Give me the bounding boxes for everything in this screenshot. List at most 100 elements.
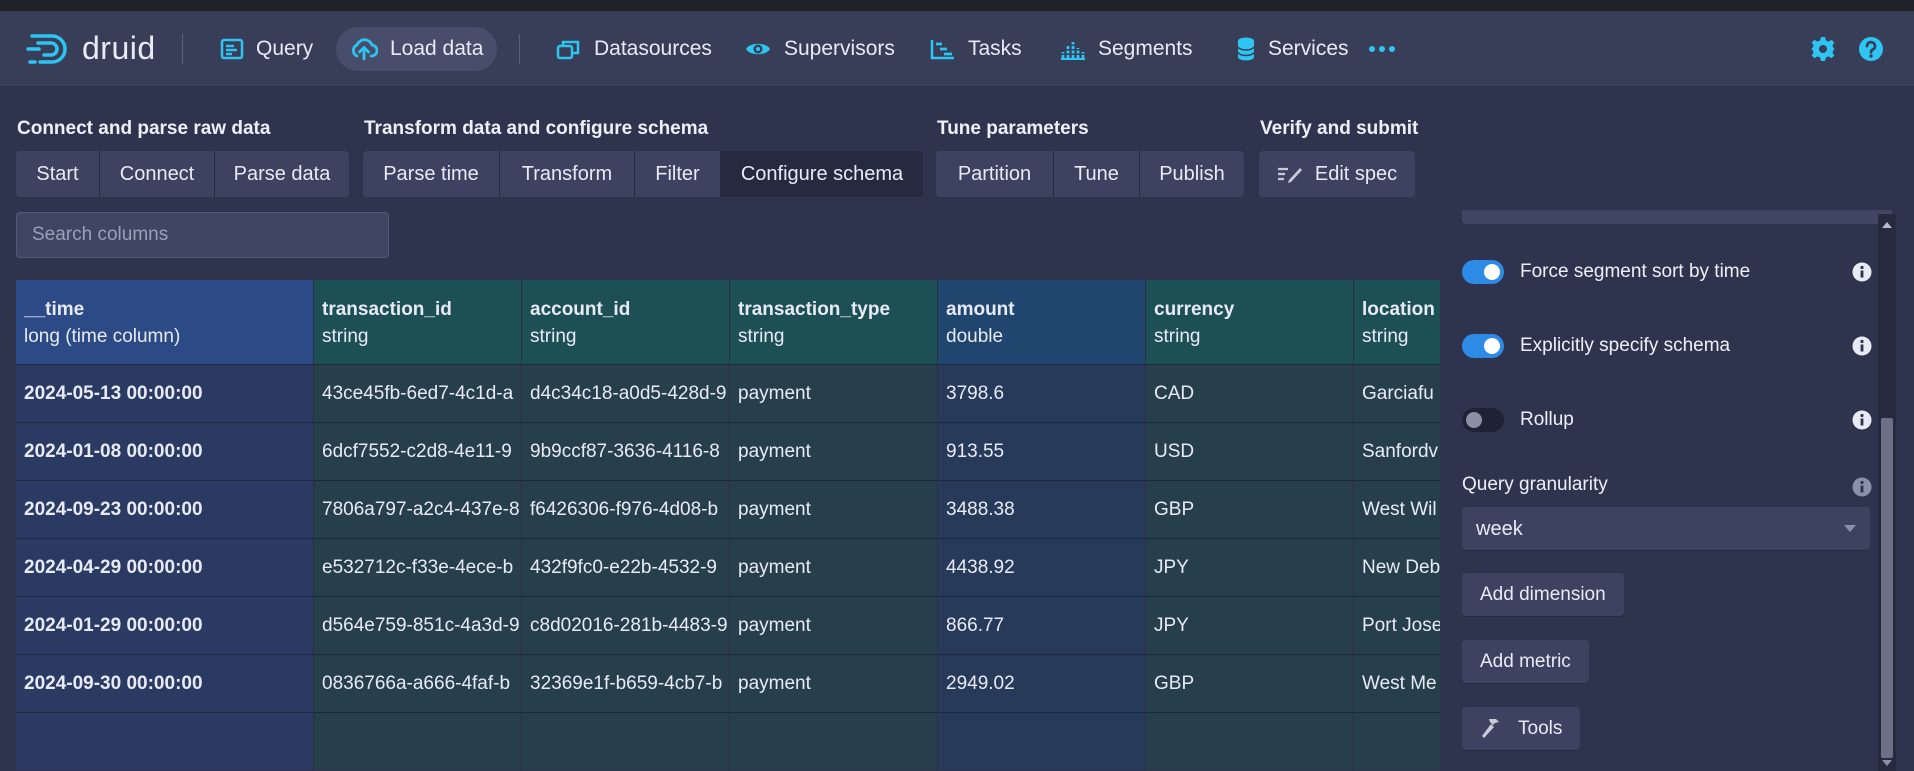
table-cell: CAD (1146, 364, 1353, 422)
table-cell: payment (730, 654, 937, 712)
table-cell: payment (730, 364, 937, 422)
nav-divider (519, 34, 520, 64)
column-transaction-id[interactable]: transaction_id string 43ce45fb-6ed7-4c1d… (314, 280, 522, 771)
table-cell: 2024-09-30 00:00:00 (16, 654, 313, 712)
table-cell: 0836766a-a666-4faf-b (314, 654, 521, 712)
transform-step-group: Parse time Transform Filter Configure sc… (363, 151, 923, 197)
nav-services[interactable]: Services (1222, 27, 1363, 71)
force-sort-switch[interactable] (1462, 260, 1504, 284)
column-type: double (946, 326, 1004, 347)
column-header[interactable]: amount double (938, 280, 1145, 364)
nav-load-data[interactable]: Load data (336, 27, 498, 71)
step-partition[interactable]: Partition (936, 151, 1054, 197)
nav-tasks[interactable]: Tasks (916, 27, 1036, 71)
table-cell: payment (730, 480, 937, 538)
column-account-id[interactable]: account_id string d4c34c18-a0d5-428d-9 9… (522, 280, 730, 771)
table-cell: 2024-01-29 00:00:00 (16, 596, 313, 654)
nav-datasources-label: Datasources (594, 37, 712, 60)
database-icon (1237, 37, 1255, 61)
scroll-down-arrow[interactable] (1882, 760, 1892, 766)
table-cell: 913.55 (938, 422, 1145, 480)
info-icon[interactable] (1852, 477, 1872, 497)
nav-segments-label: Segments (1098, 37, 1193, 60)
add-dimension-button[interactable]: Add dimension (1462, 573, 1624, 617)
explicit-schema-toggle-row[interactable]: Explicitly specify schema (1462, 331, 1882, 361)
column-header[interactable]: currency string (1146, 280, 1353, 364)
panel-scrollbar[interactable] (1878, 214, 1896, 771)
scrollbar-thumb[interactable] (1881, 418, 1893, 758)
scroll-up-arrow[interactable] (1882, 222, 1892, 228)
column-header[interactable]: __time long (time column) (16, 280, 313, 364)
add-metric-button[interactable]: Add metric (1462, 640, 1589, 684)
column-location[interactable]: location string Garciafu Sanfordv West W… (1354, 280, 1440, 771)
logo-text: druid (82, 30, 156, 66)
nav-supervisors[interactable]: Supervisors (730, 27, 909, 71)
query-granularity-select[interactable]: week (1462, 507, 1870, 551)
table-cell: New Deb (1354, 538, 1440, 596)
nav-query[interactable]: Query (206, 27, 327, 71)
edit-spec-label: Edit spec (1314, 162, 1398, 185)
tools-label: Tools (1518, 718, 1563, 739)
step-parse-data[interactable]: Parse data (215, 151, 349, 197)
table-cell: f6426306-f976-4d08-b (522, 480, 729, 538)
step-connect[interactable]: Connect (100, 151, 215, 197)
column-type: string (530, 326, 577, 347)
info-icon[interactable] (1852, 336, 1872, 356)
table-cell: GBP (1146, 654, 1353, 712)
switch-knob (1484, 338, 1500, 354)
chevron-down-icon (1844, 525, 1856, 532)
table-cell: 4438.92 (938, 538, 1145, 596)
table-cell: c8d02016-281b-4483-9 (522, 596, 729, 654)
table-cell-empty (730, 712, 937, 770)
step-start[interactable]: Start (16, 151, 100, 197)
column-type: string (1154, 326, 1201, 347)
step-publish[interactable]: Publish (1140, 151, 1244, 197)
switch-knob (1484, 264, 1500, 280)
nav-segments[interactable]: Segments (1046, 27, 1207, 71)
table-cell: West Wil (1354, 480, 1440, 538)
cloud-upload-icon (352, 38, 378, 61)
table-cell: GBP (1146, 480, 1353, 538)
explicit-schema-switch[interactable] (1462, 334, 1504, 358)
switch-knob (1466, 412, 1482, 428)
column-name: amount (946, 299, 1015, 320)
step-edit-spec[interactable]: Edit spec (1259, 151, 1415, 197)
search-columns-input[interactable] (16, 212, 389, 258)
explicit-schema-label: Explicitly specify schema (1520, 335, 1731, 356)
column-header[interactable]: account_id string (522, 280, 729, 364)
info-icon[interactable] (1852, 262, 1872, 282)
column-header[interactable]: location string (1354, 280, 1440, 364)
step-tune[interactable]: Tune (1054, 151, 1140, 197)
step-transform[interactable]: Transform (500, 151, 635, 197)
force-sort-toggle-row[interactable]: Force segment sort by time (1462, 257, 1882, 287)
step-configure-schema[interactable]: Configure schema (721, 151, 923, 197)
column-header[interactable]: transaction_type string (730, 280, 937, 364)
more-button[interactable] (1354, 27, 1422, 71)
connect-step-group: Start Connect Parse data (16, 151, 349, 197)
tools-button[interactable]: Tools (1462, 707, 1581, 751)
help-button[interactable] (1844, 27, 1910, 71)
eye-icon (746, 43, 770, 55)
column-currency[interactable]: currency string CAD USD GBP JPY JPY GBP (1146, 280, 1354, 771)
column-header[interactable]: transaction_id string (314, 280, 521, 364)
druid-logo[interactable]: druid (26, 30, 156, 67)
hammer-icon (1482, 719, 1499, 738)
nav-divider (182, 34, 183, 64)
stage-title-tune: Tune parameters (937, 118, 1089, 139)
step-filter[interactable]: Filter (635, 151, 721, 197)
column-time[interactable]: __time long (time column) 2024-05-13 00:… (16, 280, 314, 771)
column-amount[interactable]: amount double 3798.6 913.55 3488.38 4438… (938, 280, 1146, 771)
nav-load-data-label: Load data (390, 37, 484, 60)
table-cell: 866.77 (938, 596, 1145, 654)
nav-datasources[interactable]: Datasources (542, 27, 726, 71)
table-cell: USD (1146, 422, 1353, 480)
step-parse-time[interactable]: Parse time (363, 151, 500, 197)
info-icon[interactable] (1852, 410, 1872, 430)
column-transaction-type[interactable]: transaction_type string payment payment … (730, 280, 938, 771)
stage-title-connect: Connect and parse raw data (17, 118, 271, 139)
table-cell: Garciafu (1354, 364, 1440, 422)
table-cell: 2024-05-13 00:00:00 (16, 364, 313, 422)
stage-title-verify: Verify and submit (1260, 118, 1419, 139)
rollup-switch[interactable] (1462, 408, 1504, 432)
rollup-toggle-row[interactable]: Rollup (1462, 405, 1882, 435)
